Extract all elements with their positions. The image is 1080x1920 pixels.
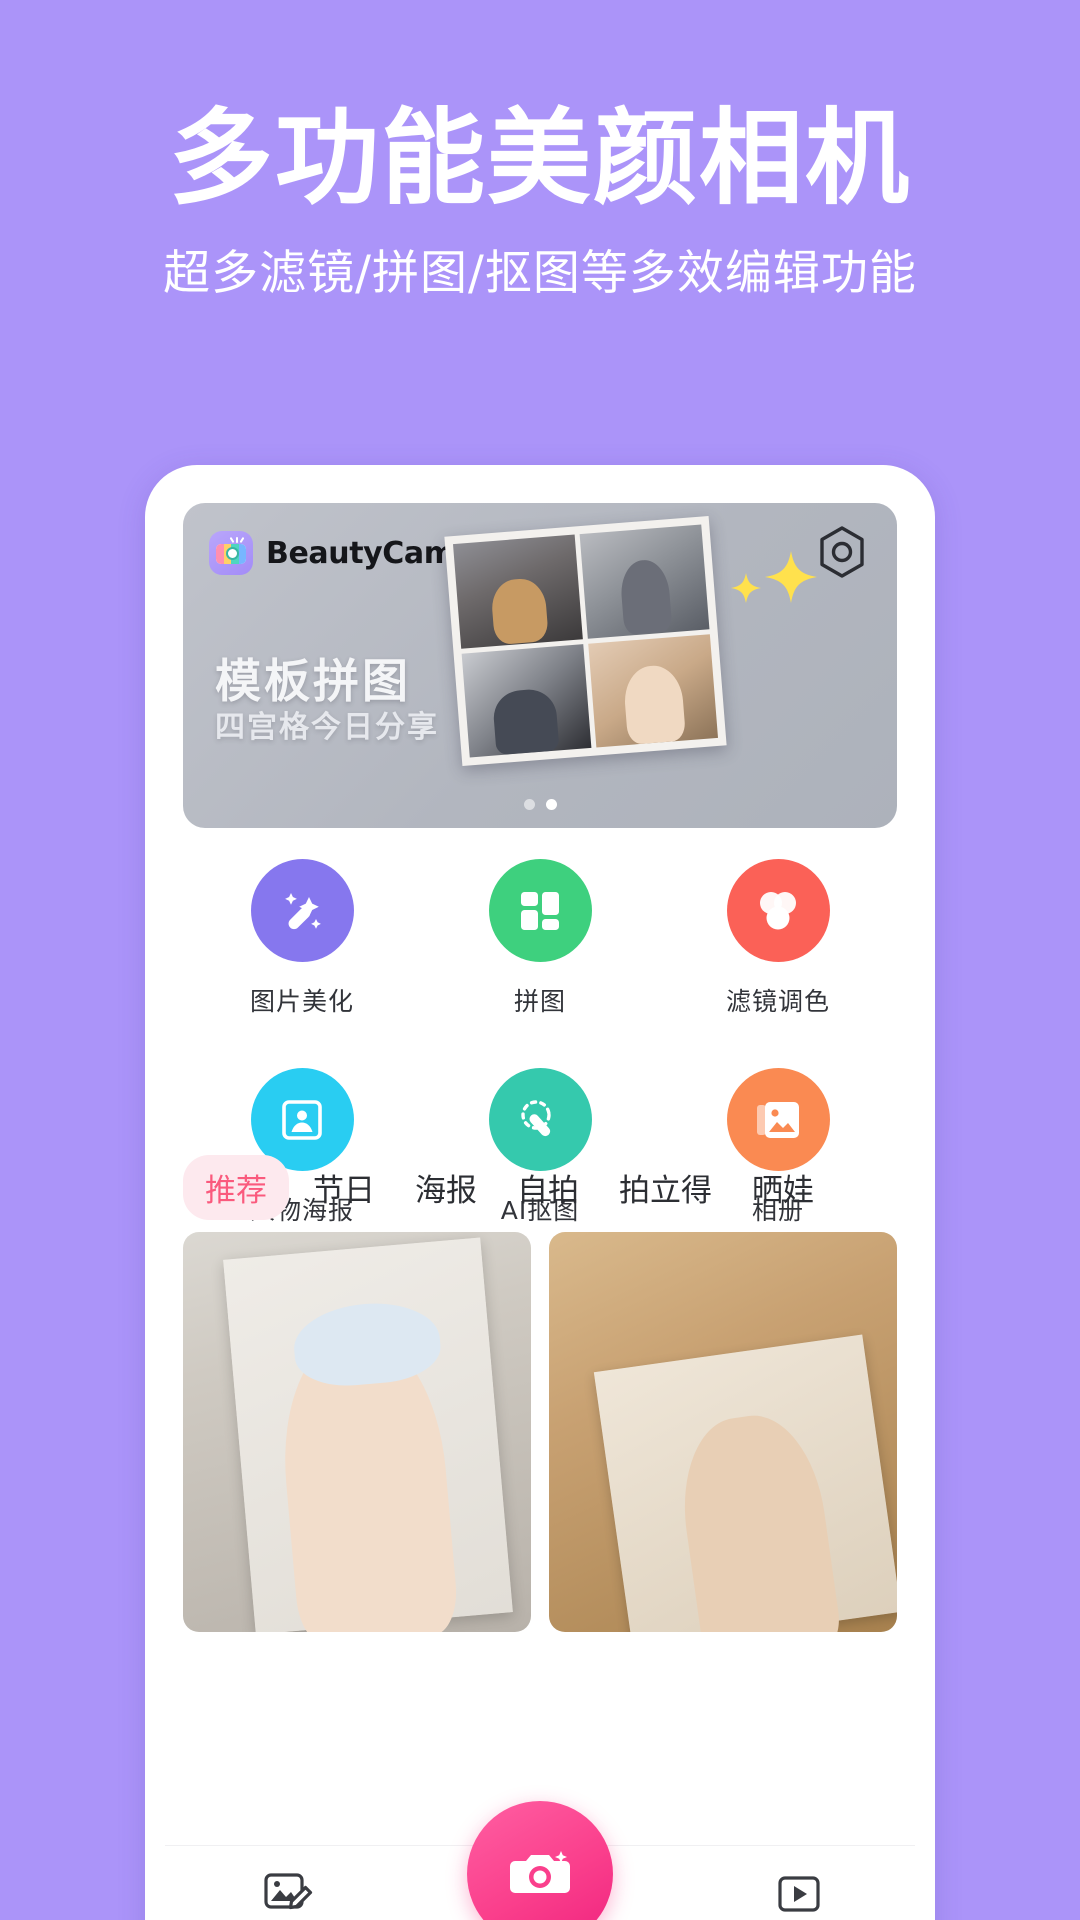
tab-shaiwa[interactable]: 晒娃 bbox=[736, 1155, 830, 1220]
promo-title: 多功能美颜相机 bbox=[168, 97, 911, 219]
collage-grid-icon[interactable] bbox=[488, 859, 592, 962]
promo-header: 多功能美颜相机 超多滤镜/拼图/抠图等多效编辑功能 bbox=[0, 0, 1080, 465]
feature-label: 滤镜调色 bbox=[725, 987, 830, 1016]
camera-shutter-button[interactable] bbox=[467, 1801, 613, 1920]
feature-tupianmeihua[interactable]: 图片美化 bbox=[183, 859, 421, 1018]
promo-banner-card[interactable]: BeautyCam 模板拼图 四宫格今日分享 bbox=[183, 503, 897, 828]
feature-pintu[interactable]: 拼图 bbox=[421, 859, 659, 1018]
nav-photo-edit[interactable]: 照片编辑 bbox=[237, 1867, 337, 1920]
app-brand: BeautyCam bbox=[209, 531, 455, 575]
promo-subtitle: 超多滤镜/拼图/抠图等多效编辑功能 bbox=[163, 246, 917, 302]
pager-dot-2[interactable] bbox=[545, 799, 557, 810]
template-card-1[interactable] bbox=[183, 1232, 531, 1632]
feature-label: 拼图 bbox=[513, 987, 566, 1016]
color-circles-icon[interactable] bbox=[726, 859, 830, 962]
feature-label: 图片美化 bbox=[249, 987, 354, 1016]
tab-haibao[interactable]: 海报 bbox=[399, 1155, 493, 1220]
video-play-icon bbox=[778, 1876, 820, 1912]
template-photo-grid bbox=[183, 1232, 897, 1632]
beautycam-logo-icon bbox=[209, 531, 253, 575]
flash-icon bbox=[229, 536, 245, 544]
hexagon-camera-icon[interactable] bbox=[815, 525, 869, 579]
nav-photo-to-video[interactable]: 图转视频 bbox=[749, 1869, 849, 1920]
tab-zipai[interactable]: 自拍 bbox=[501, 1155, 595, 1220]
banner-pager[interactable] bbox=[183, 799, 897, 810]
tab-pailide[interactable]: 拍立得 bbox=[603, 1155, 728, 1220]
sparkle-small-icon bbox=[731, 573, 761, 603]
photo-edit-icon bbox=[264, 1873, 313, 1910]
sparkle-icon bbox=[765, 551, 817, 603]
magic-wand-icon[interactable] bbox=[250, 859, 354, 962]
collage-preview-image bbox=[444, 515, 727, 767]
camera-shutter-icon bbox=[510, 1851, 570, 1893]
feature-lvjingtiaose[interactable]: 滤镜调色 bbox=[659, 859, 897, 1018]
tab-jieri[interactable]: 节日 bbox=[297, 1155, 391, 1220]
template-card-2[interactable] bbox=[549, 1232, 897, 1632]
pager-dot-1[interactable] bbox=[523, 799, 535, 810]
app-name: BeautyCam bbox=[266, 535, 455, 571]
bottom-navigation: 照片编辑 图转视频 bbox=[165, 1801, 915, 1920]
phone-mockup: BeautyCam 模板拼图 四宫格今日分享 图片美化 拼图 滤镜调色 人物海报… bbox=[145, 465, 935, 1920]
tab-tuijian[interactable]: 推荐 bbox=[183, 1155, 289, 1220]
banner-subheading: 四宫格今日分享 bbox=[215, 710, 439, 745]
app-screen: BeautyCam 模板拼图 四宫格今日分享 图片美化 拼图 滤镜调色 人物海报… bbox=[165, 487, 915, 1920]
category-tabs: 推荐 节日 海报 自拍 拍立得 晒娃 bbox=[183, 1155, 897, 1220]
